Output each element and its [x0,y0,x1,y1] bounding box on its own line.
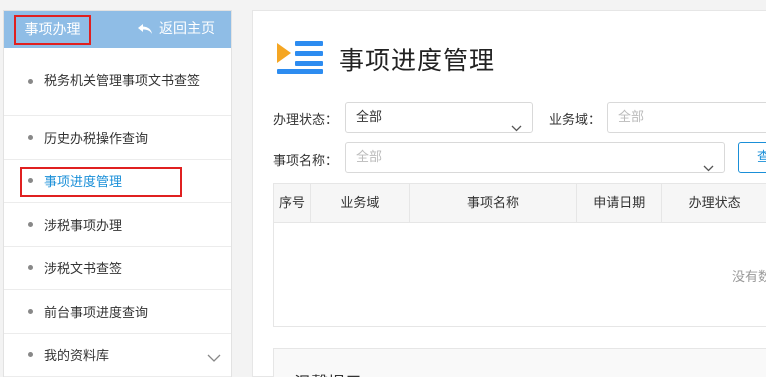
bullet-icon [28,352,33,358]
domain-input[interactable]: 全部 [607,102,766,133]
item-name-label: 事项名称： [273,154,339,169]
empty-message: 没有数 [732,270,766,285]
status-select[interactable]: 全部 [345,102,533,133]
sidebar-menu: 税务机关管理事项文书查签 历史办税操作查询 事项进度管理 涉税事项办理 涉税文书… [4,48,231,377]
domain-label: 业务域： [549,113,602,128]
sidebar-item-label: 涉税文书查签 [44,262,123,278]
chevron-down-icon [207,351,221,366]
bullet-icon [28,308,33,314]
back-home-label: 返回主页 [159,21,215,37]
bullet-icon [28,221,33,227]
sidebar-item-label: 我的资料库 [44,349,110,365]
domain-placeholder: 全部 [618,110,645,125]
column-header[interactable]: 办理状态 [662,184,766,223]
sidebar-item-tax-doc-sign[interactable]: 涉税文书查签 [4,247,231,290]
column-header[interactable]: 序号 [274,184,311,223]
sidebar-item-label: 税务机关管理事项文书查签 [44,73,201,89]
chevron-down-icon [511,114,522,143]
page: 事项办理 返回主页 税务机关管理事项文书查签 历史办税操作查询 事项进度管理 涉… [0,0,766,377]
item-name-placeholder: 全部 [356,150,383,165]
tips-title: 温馨提示 [294,369,362,377]
item-name-select[interactable]: 全部 [345,142,725,173]
sidebar: 事项办理 返回主页 税务机关管理事项文书查签 历史办税操作查询 事项进度管理 涉… [3,10,232,377]
list-progress-icon [275,39,325,79]
sidebar-item-my-library[interactable]: 我的资料库 [4,334,231,377]
sidebar-item-progress-management[interactable]: 事项进度管理 [4,160,231,203]
bullet-icon [28,265,33,271]
table-header: 序号 业务域 事项名称 申请日期 办理状态 [274,184,766,223]
back-home-link[interactable]: 返回主页 [137,11,215,48]
sidebar-title: 事项办理 [14,15,91,45]
status-select-value: 全部 [356,110,383,125]
column-header[interactable]: 事项名称 [410,184,578,223]
bullet-icon [28,79,33,84]
sidebar-item-label: 涉税事项办理 [44,218,123,234]
tips-panel: 温馨提示 [273,348,766,377]
sidebar-item-label: 前台事项进度查询 [44,305,149,321]
column-header[interactable]: 申请日期 [577,184,663,223]
chevron-down-icon [703,154,714,183]
page-title: 事项进度管理 [339,46,496,75]
back-arrow-icon [137,23,153,36]
main-panel: 事项进度管理 办理状态： 全部 业务域： 全部 事项名称： 全部 查 序号 业务… [252,10,766,377]
sidebar-item-tax-matters[interactable]: 涉税事项办理 [4,203,231,247]
sidebar-item-front-desk-query[interactable]: 前台事项进度查询 [4,290,231,334]
sidebar-item-history-query[interactable]: 历史办税操作查询 [4,116,231,160]
sidebar-header: 事项办理 返回主页 [4,11,231,48]
title-row: 事项进度管理 [275,39,495,79]
column-header[interactable]: 业务域 [311,184,410,223]
progress-table: 序号 业务域 事项名称 申请日期 办理状态 没有数 [273,183,766,327]
query-button[interactable]: 查 [738,142,766,173]
sidebar-item-tax-doc-review[interactable]: 税务机关管理事项文书查签 [4,48,231,116]
active-highlight [20,166,182,197]
bullet-icon [28,134,33,140]
status-label: 办理状态： [273,113,339,128]
sidebar-item-label: 历史办税操作查询 [44,131,149,147]
